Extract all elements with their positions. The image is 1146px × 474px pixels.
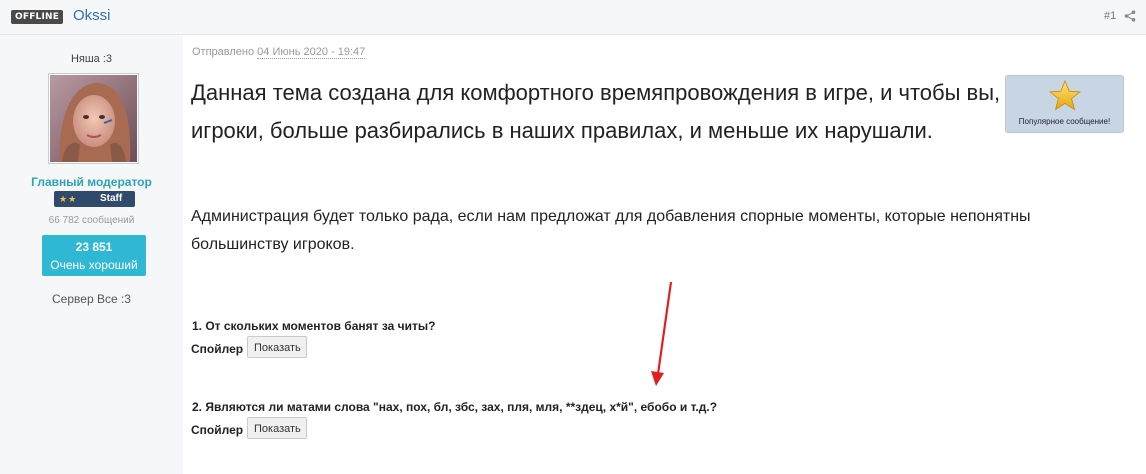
staff-label: Staff — [100, 193, 123, 204]
status-badge: OFFLINE — [11, 10, 64, 24]
share-icon[interactable] — [1124, 10, 1136, 22]
popular-label: Популярное сообщение! — [1018, 117, 1111, 126]
rank-stars-icon: ★★ — [59, 194, 78, 204]
user-title: Няша :3 — [70, 53, 113, 65]
reputation-label: Очень хороший — [50, 258, 138, 272]
message-count: 66 782 сообщений — [48, 215, 135, 226]
staff-badge: ★★ Staff — [54, 191, 135, 207]
avatar[interactable] — [48, 73, 139, 164]
question-1: 1. От скольких моментов банят за читы? — [192, 319, 436, 333]
posted-date: 04 Июнь 2020 - 19:47 — [257, 46, 366, 59]
post-number-link[interactable]: #1 — [1104, 10, 1116, 22]
user-role[interactable]: Главный модератор — [0, 175, 183, 189]
avatar-photo — [50, 75, 137, 162]
post-paragraph: Администрация будет только рада, если на… — [191, 208, 1031, 253]
reputation-value: 23 851 — [75, 240, 113, 254]
username-link[interactable]: Okssi — [73, 7, 111, 24]
post-header: OFFLINE Okssi #1 — [0, 0, 1146, 35]
post-headline: Данная тема создана для комфортного врем… — [191, 80, 1001, 143]
user-server: Сервер Все :3 — [52, 292, 131, 306]
spoiler-show-button-1[interactable]: Показать — [247, 336, 307, 358]
star-icon — [1049, 80, 1081, 111]
posted-prefix: Отправлено — [192, 46, 255, 58]
post-date: Отправлено 04 Июнь 2020 - 19:47 — [192, 46, 366, 59]
spoiler-show-button-2[interactable]: Показать — [247, 417, 307, 439]
popular-badge: Популярное сообщение! — [1005, 75, 1124, 133]
red-arrow-annotation — [651, 281, 673, 386]
spoiler-label-2: Спойлер — [191, 423, 244, 437]
question-2: 2. Являются ли матами слова "нах, пох, б… — [192, 400, 718, 414]
reputation-badge[interactable]: 23 851 Очень хороший — [42, 235, 146, 276]
user-sidebar: Няша :3 Главный модератор ★★ Staff 66 78… — [0, 35, 183, 474]
spoiler-label-1: Спойлер — [191, 342, 244, 356]
